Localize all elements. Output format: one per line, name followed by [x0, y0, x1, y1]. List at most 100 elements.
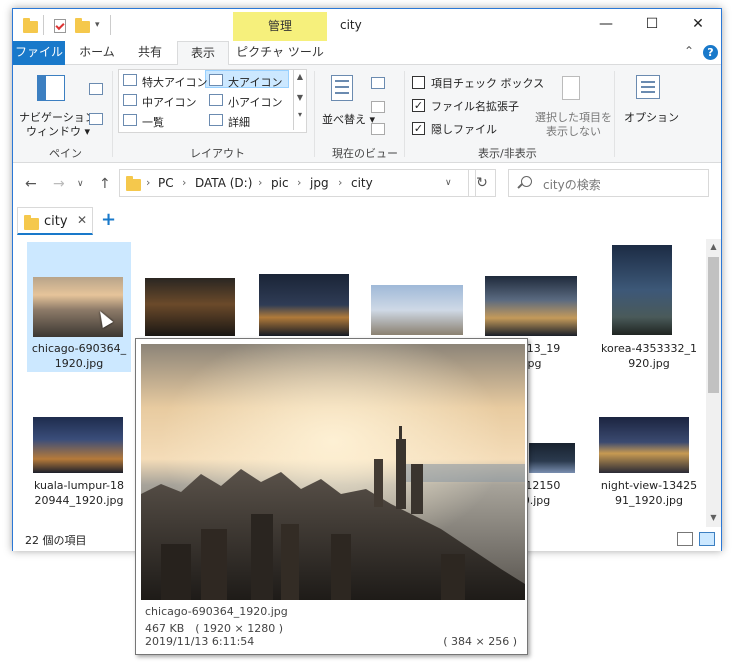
file-item-chicago[interactable]: chicago-690364_ 1920.jpg	[27, 242, 131, 372]
group-separator	[404, 71, 405, 157]
breadcrumb-separator[interactable]: ›	[182, 176, 186, 189]
search-placeholder[interactable]: cityの検索	[543, 176, 601, 193]
layout-extra-large-icons[interactable]: 特大アイコン	[142, 74, 207, 90]
up-button[interactable]: ↑	[99, 176, 111, 192]
layout-details[interactable]: 詳細	[228, 114, 250, 130]
navigation-bar: ← → ∨ ↑ › PC › DATA (D:) › pic › jpg › c…	[13, 163, 721, 203]
customize-quick-access-icon[interactable]: ▾	[95, 16, 111, 34]
tab-city-label: city	[44, 214, 68, 229]
tab-home[interactable]: ホーム	[71, 41, 123, 65]
preview-dimensions: ( 384 × 256 )	[443, 635, 517, 648]
scrollbar-thumb[interactable]	[708, 257, 719, 393]
breadcrumb-separator[interactable]: ›	[297, 176, 301, 189]
extra-large-icons-icon	[123, 74, 137, 86]
address-bar[interactable]: › PC › DATA (D:) › pic › jpg › city ∨	[119, 169, 476, 197]
breadcrumb-pic[interactable]: pic	[271, 176, 289, 190]
thumbnail	[371, 285, 463, 335]
divider	[43, 15, 44, 35]
tab-picture-tools[interactable]: ピクチャ ツール	[235, 41, 325, 65]
tab-share[interactable]: 共有	[127, 41, 173, 65]
layout-small-icons[interactable]: 小アイコン	[228, 94, 282, 110]
thumbnail	[33, 417, 123, 473]
layout-medium-icons[interactable]: 中アイコン	[142, 94, 196, 110]
tab-manage[interactable]: 管理	[233, 12, 327, 41]
thumbnail	[259, 274, 349, 336]
minimize-button[interactable]: —	[583, 9, 629, 41]
hidden-items-checkbox[interactable]: ✓	[412, 122, 425, 135]
hidden-items-label[interactable]: 隠しファイル	[431, 121, 497, 137]
forward-button[interactable]: →	[53, 176, 65, 192]
thumbnail	[612, 245, 672, 335]
details-pane-icon[interactable]	[89, 113, 103, 125]
details-icon	[209, 114, 223, 126]
group-separator	[112, 71, 113, 157]
layout-large-icons[interactable]: 大アイコン	[228, 74, 282, 90]
file-item-kuala-lumpur[interactable]: kuala-lumpur-18 20944_1920.jpg	[27, 411, 131, 541]
item-checkboxes-checkbox[interactable]	[412, 76, 425, 89]
scroll-down-icon[interactable]: ▼	[706, 513, 721, 522]
tab-view[interactable]: 表示	[177, 41, 229, 66]
file-item-korea[interactable]: korea-4353332_1 920.jpg	[597, 242, 701, 372]
close-tab-icon[interactable]: ✕	[77, 213, 87, 227]
ribbon-tab-bar: ファイル ホーム 共有 表示 ピクチャ ツール ⌃ ?	[13, 41, 721, 66]
options-icon[interactable]	[636, 75, 660, 99]
sort-by-icon[interactable]	[331, 75, 353, 101]
large-icons-icon	[209, 74, 223, 86]
preview-pane-icon[interactable]	[89, 83, 103, 95]
sort-by-button[interactable]: 並べ替え ▾	[322, 111, 375, 127]
add-columns-icon	[371, 101, 385, 113]
item-count: 22 個の項目	[25, 534, 87, 547]
breadcrumb-separator[interactable]: ›	[338, 176, 342, 189]
navigation-pane-icon[interactable]	[37, 75, 65, 101]
group-label-show-hide: 表示/非表示	[478, 147, 537, 160]
scroll-up-icon[interactable]: ▲	[706, 242, 721, 251]
back-button[interactable]: ←	[25, 176, 37, 192]
preview-image	[141, 344, 525, 600]
file-name: korea-4353332_1 920.jpg	[601, 342, 697, 370]
breadcrumb-jpg[interactable]: jpg	[310, 176, 329, 190]
recent-locations-button[interactable]: ∨	[77, 179, 84, 189]
close-button[interactable]: ✕	[675, 9, 721, 41]
refresh-button[interactable]: ↻	[468, 169, 496, 197]
options-button[interactable]: オプション	[624, 109, 679, 125]
layout-list[interactable]: 一覧	[142, 114, 164, 130]
properties-icon[interactable]	[53, 16, 69, 34]
thumbnail	[33, 277, 123, 337]
hide-selected-icon	[562, 76, 580, 100]
collapse-ribbon-icon[interactable]: ⌃	[684, 44, 694, 58]
details-view-icon[interactable]	[677, 532, 693, 546]
breadcrumb-pc[interactable]: PC	[158, 176, 174, 190]
address-dropdown-button[interactable]: ∨	[445, 178, 452, 188]
vertical-scrollbar[interactable]: ▲ ▼	[706, 239, 721, 527]
preview-date: 2019/11/13 6:11:54	[145, 635, 255, 648]
new-tab-button[interactable]: +	[101, 209, 116, 230]
search-box[interactable]: cityの検索	[508, 169, 709, 197]
help-icon[interactable]: ?	[703, 45, 718, 60]
group-by-icon[interactable]	[371, 77, 385, 89]
file-name: night-view-13425 91_1920.jpg	[600, 479, 698, 507]
breadcrumb-city[interactable]: city	[351, 176, 373, 190]
tab-file[interactable]: ファイル	[13, 41, 65, 65]
group-separator	[614, 71, 615, 157]
new-folder-icon[interactable]	[75, 16, 91, 34]
large-icons-view-icon[interactable]	[699, 532, 715, 546]
breadcrumb-separator[interactable]: ›	[146, 176, 150, 189]
thumbnail	[529, 443, 575, 473]
file-extensions-label[interactable]: ファイル名拡張子	[431, 98, 519, 114]
small-icons-icon	[209, 94, 223, 106]
breadcrumb-separator[interactable]: ›	[258, 176, 262, 189]
thumbnail	[485, 276, 577, 336]
navigation-pane-label-2[interactable]: ウィンドウ ▾	[26, 123, 90, 139]
file-item-night-view[interactable]: night-view-13425 91_1920.jpg	[597, 411, 701, 541]
file-extensions-checkbox[interactable]: ✓	[412, 99, 425, 112]
tab-city[interactable]: city ✕	[17, 207, 93, 235]
layout-gallery-scroll[interactable]: ▲ ▼ ▾	[293, 70, 306, 130]
breadcrumb-drive[interactable]: DATA (D:)	[195, 176, 252, 190]
group-label-pane: ペイン	[49, 147, 82, 160]
divider	[110, 15, 111, 35]
list-icon	[123, 114, 137, 126]
hide-selected-label-2: 表示しない	[546, 125, 601, 138]
maximize-button[interactable]: ☐	[629, 9, 675, 41]
window-title: city	[340, 18, 362, 32]
item-checkboxes-label[interactable]: 項目チェック ボックス	[431, 75, 544, 91]
